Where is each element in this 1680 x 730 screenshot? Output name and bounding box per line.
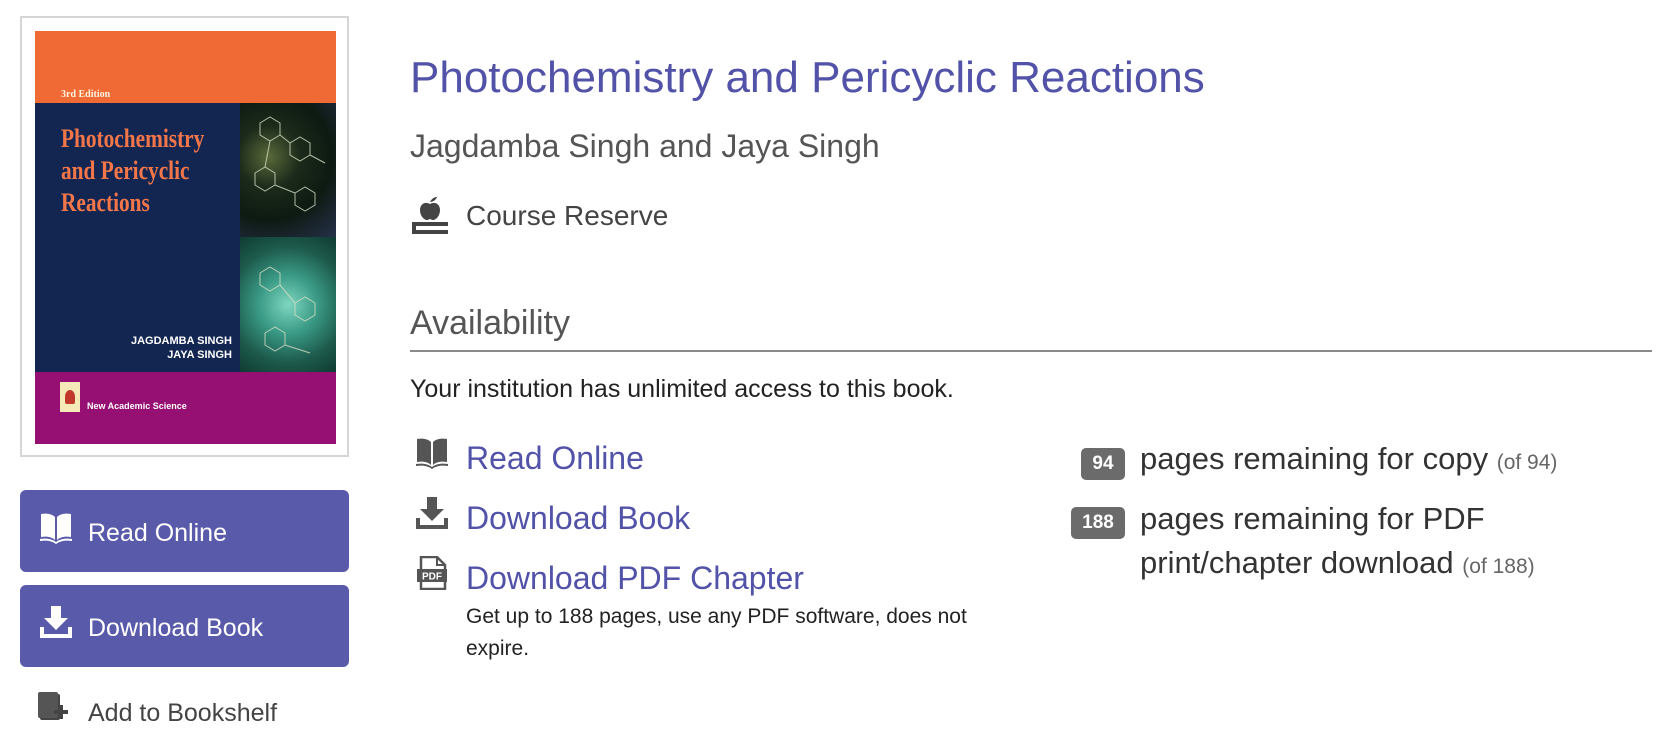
- cover-bottom-band: New Academic Science: [35, 372, 336, 444]
- copy-pages-badge: 94: [1081, 448, 1125, 480]
- cover-publisher: New Academic Science: [87, 401, 187, 411]
- download-book-link-label: Download Book: [466, 500, 691, 536]
- book-title: Photochemistry and Pericyclic Reactions: [410, 53, 1205, 102]
- cover-edition: 3rd Edition: [61, 89, 111, 100]
- copy-pages-remaining: pages remaining for copy (of 94): [1140, 437, 1557, 485]
- book-cover-image: 3rd Edition Photochemistry and Pericycli…: [35, 31, 336, 444]
- print-pages-badge: 188: [1071, 507, 1125, 539]
- availability-divider: [410, 350, 1652, 352]
- read-online-button[interactable]: Read Online: [20, 490, 349, 572]
- copy-pages-total: (of 94): [1496, 451, 1558, 474]
- access-statement: Your institution has unlimited access to…: [410, 375, 954, 403]
- availability-heading: Availability: [410, 304, 571, 342]
- course-reserve-label: Course Reserve: [466, 200, 669, 231]
- download-icon: [416, 497, 448, 529]
- print-pages-total: (of 188): [1462, 555, 1535, 578]
- download-icon: [40, 606, 72, 638]
- read-online-button-label: Read Online: [88, 519, 227, 547]
- apple-on-book-icon: [412, 197, 448, 234]
- publisher-logo: [60, 382, 80, 412]
- add-bookshelf-icon: [38, 692, 68, 720]
- download-pdf-chapter-link-label: Download PDF Chapter: [466, 560, 804, 596]
- open-book-icon: [416, 438, 448, 469]
- open-book-icon: [40, 513, 72, 544]
- cover-title: Photochemistry and Pericyclic Reactions: [61, 124, 205, 217]
- pdf-file-icon: PDF: [417, 556, 447, 590]
- svg-text:PDF: PDF: [422, 572, 442, 583]
- print-pages-remaining: pages remaining for PDF print/chapter do…: [1140, 497, 1600, 589]
- book-authors: Jagdamba Singh and Jaya Singh: [410, 128, 880, 164]
- download-book-button-label: Download Book: [88, 614, 264, 642]
- copy-pages-text: pages remaining for copy: [1140, 441, 1489, 476]
- cover-artwork-structures: [254, 116, 326, 354]
- download-book-button[interactable]: Download Book: [20, 585, 349, 667]
- cover-authors: JAGDAMBA SINGH JAYA SINGH: [130, 335, 232, 361]
- read-online-link-label: Read Online: [466, 440, 644, 476]
- book-cover-frame: 3rd Edition Photochemistry and Pericycli…: [20, 16, 349, 457]
- add-to-bookshelf-label: Add to Bookshelf: [88, 699, 278, 727]
- pdf-chapter-note: Get up to 188 pages, use any PDF softwar…: [466, 605, 967, 660]
- print-pages-text: pages remaining for PDF print/chapter do…: [1140, 501, 1485, 580]
